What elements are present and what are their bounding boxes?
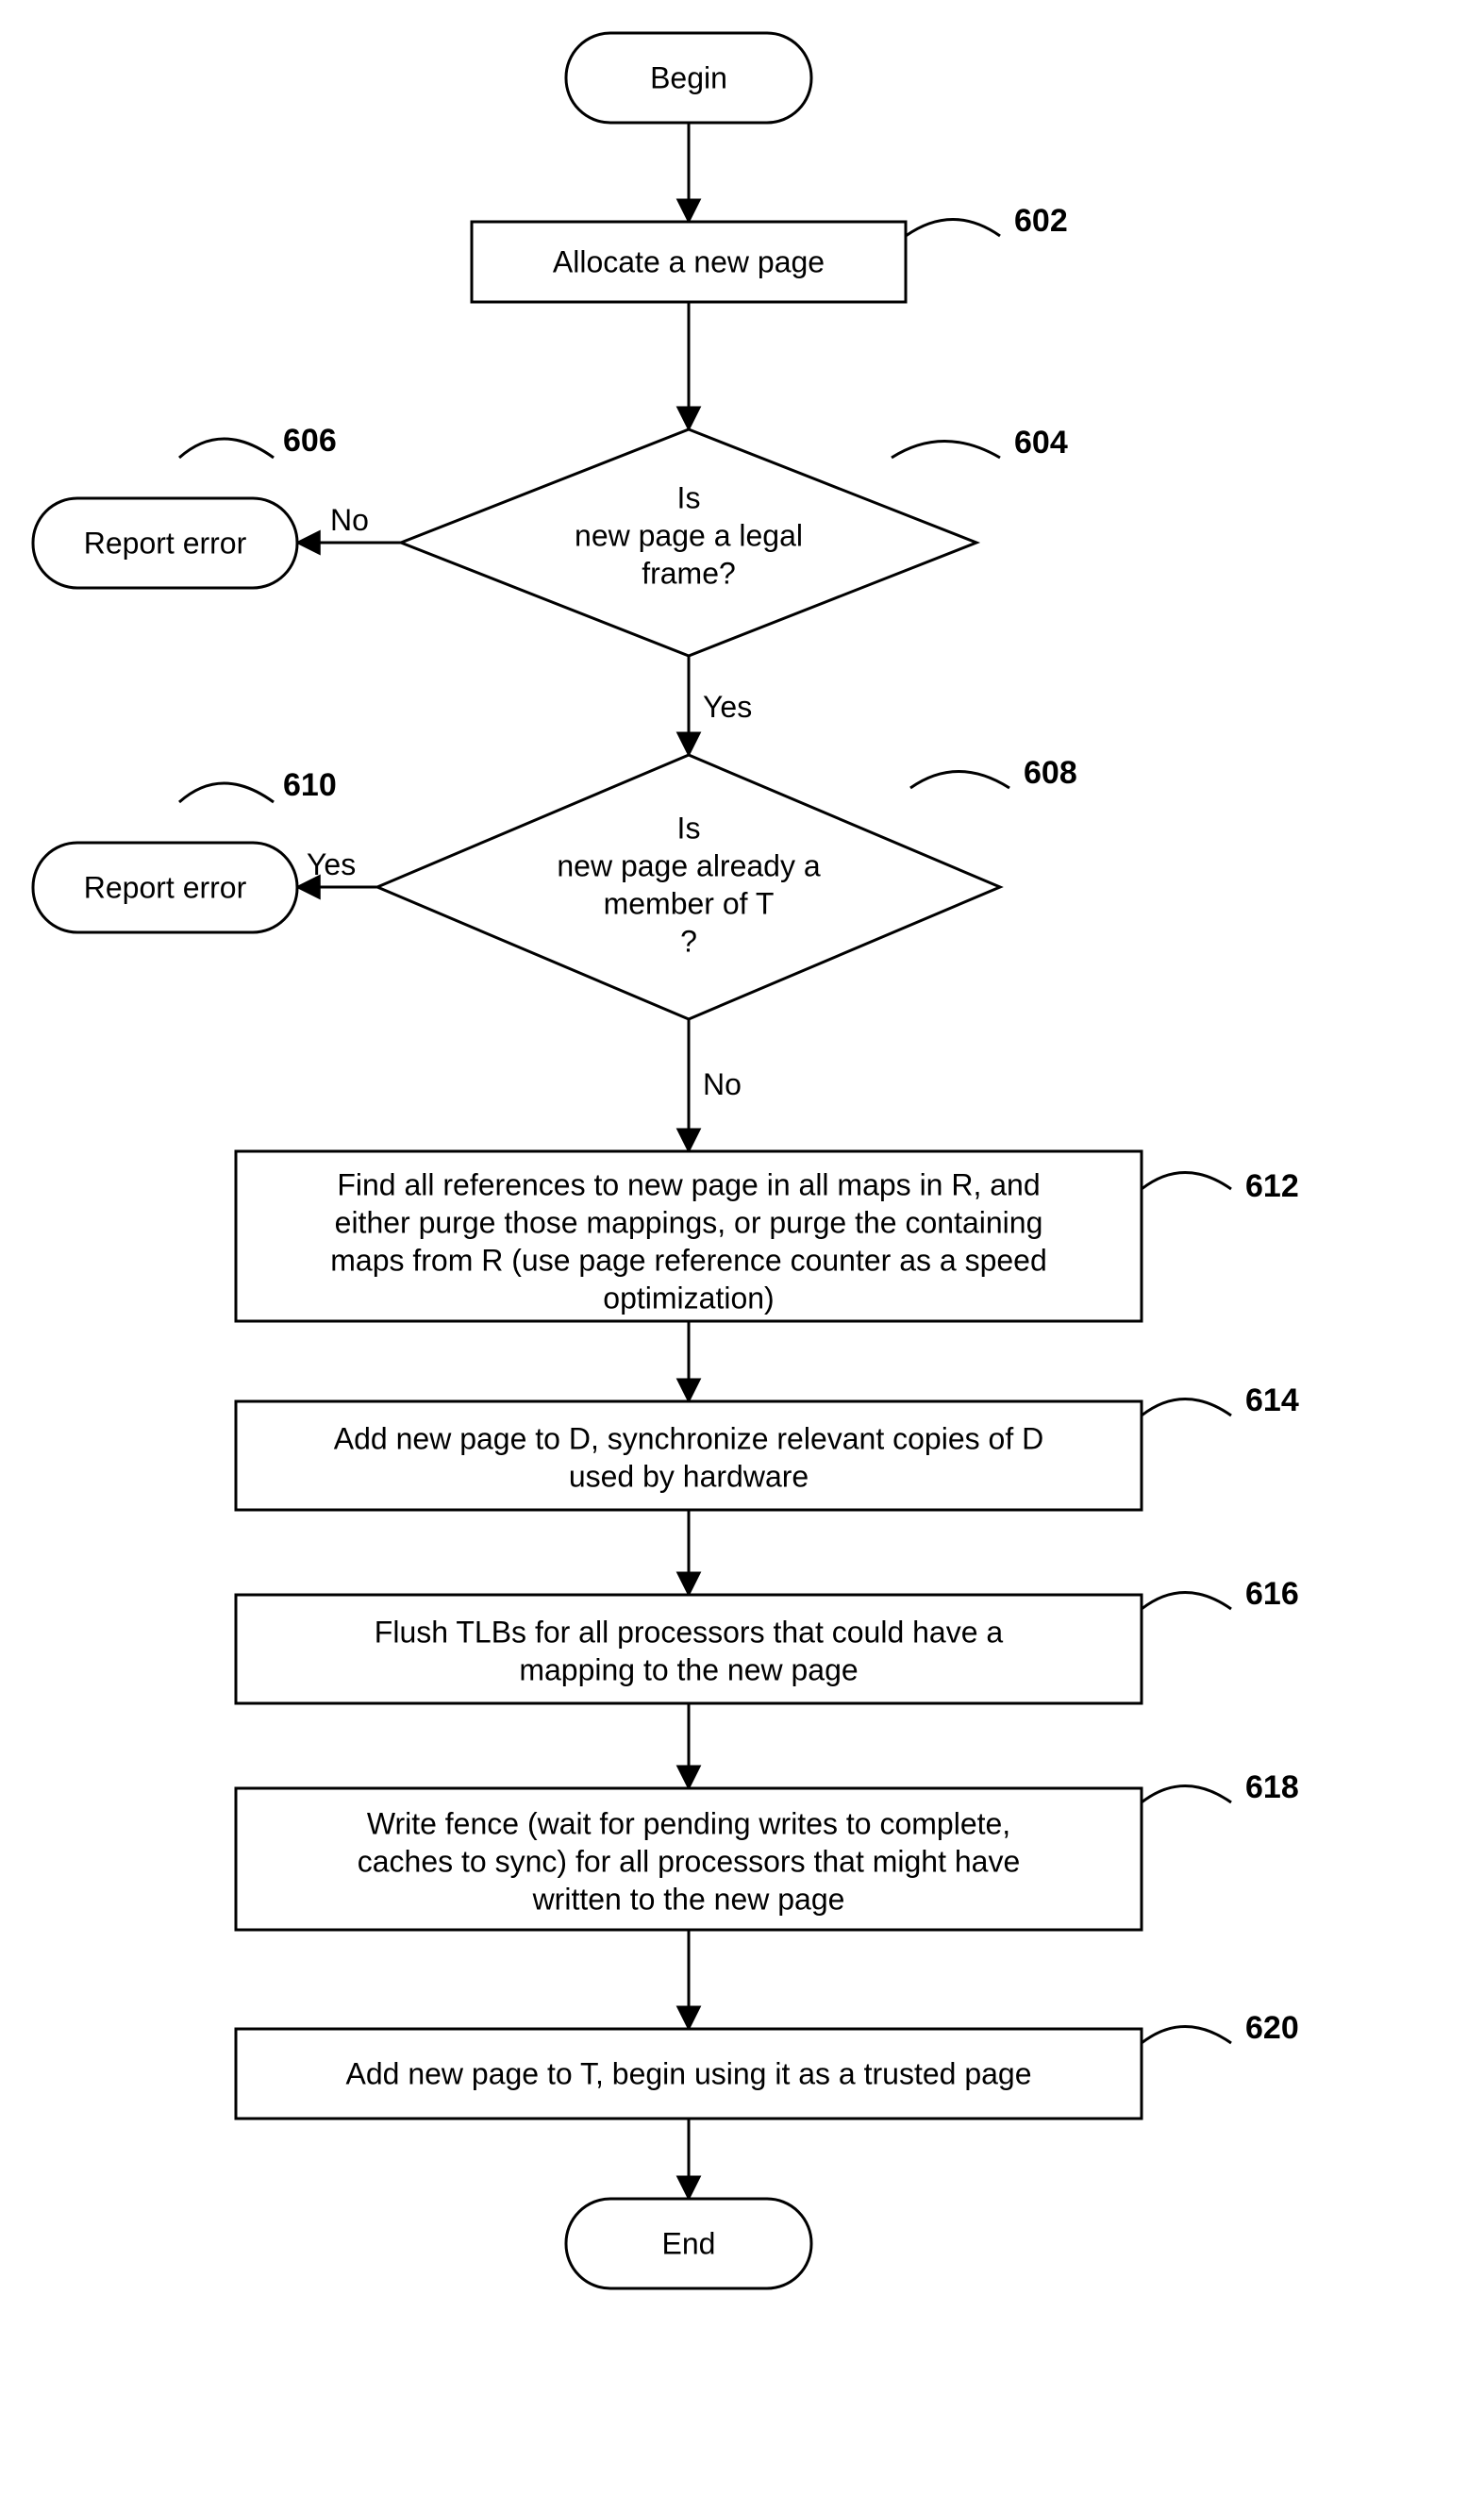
label-610: 610: [283, 767, 337, 803]
label-608: 608: [1024, 755, 1077, 791]
process-614: [236, 1401, 1142, 1510]
process-602-text: Allocate a new page: [553, 244, 825, 278]
callout-616: [1142, 1593, 1231, 1610]
process-612-l3: maps from R (use page reference counter …: [330, 1243, 1047, 1277]
callout-610: [179, 783, 274, 802]
process-618-l2: caches to sync) for all processors that …: [358, 1844, 1021, 1878]
process-614-l1: Add new page to D, synchronize relevant …: [334, 1421, 1043, 1455]
edge-604-yes: Yes: [703, 690, 752, 724]
callout-606: [179, 439, 274, 458]
label-620: 620: [1245, 2010, 1299, 2046]
callout-602: [906, 220, 1000, 237]
label-616: 616: [1245, 1576, 1299, 1612]
label-602: 602: [1014, 203, 1068, 239]
label-606: 606: [283, 423, 337, 459]
process-616-l1: Flush TLBs for all processors that could…: [375, 1615, 1004, 1649]
process-616: [236, 1595, 1142, 1703]
callout-612: [1142, 1173, 1231, 1190]
terminal-606-text: Report error: [84, 526, 247, 560]
terminal-610-text: Report error: [84, 870, 247, 904]
process-618-l1: Write fence (wait for pending writes to …: [367, 1806, 1010, 1840]
terminal-begin-label: Begin: [650, 60, 727, 94]
decision-608-l4: ?: [680, 924, 697, 958]
label-614: 614: [1245, 1382, 1299, 1418]
process-614-l2: used by hardware: [569, 1459, 809, 1493]
process-616-l2: mapping to the new page: [519, 1652, 858, 1686]
decision-608-l1: Is: [677, 811, 701, 845]
process-612-l2: either purge those mappings, or purge th…: [335, 1205, 1043, 1239]
callout-618: [1142, 1786, 1231, 1803]
flowchart: Begin Allocate a new page 602 Is new pag…: [0, 0, 1484, 2513]
decision-608-l2: new page already a: [557, 848, 821, 882]
terminal-end-label: End: [662, 2226, 716, 2260]
edge-608-no: No: [703, 1067, 742, 1101]
label-612: 612: [1245, 1168, 1299, 1204]
callout-614: [1142, 1399, 1231, 1416]
label-618: 618: [1245, 1769, 1299, 1805]
process-620-text: Add new page to T, begin using it as a t…: [345, 2056, 1031, 2090]
edge-608-yes: Yes: [307, 847, 356, 881]
process-612-l1: Find all references to new page in all m…: [337, 1167, 1040, 1201]
callout-608: [910, 772, 1009, 789]
process-618-l3: written to the new page: [532, 1882, 845, 1916]
process-612-l4: optimization): [603, 1281, 774, 1315]
decision-604-l2: new page a legal: [575, 518, 803, 552]
callout-604: [892, 442, 1000, 459]
decision-608-l3: member of T: [604, 886, 775, 920]
edge-604-no: No: [330, 503, 369, 537]
label-604: 604: [1014, 425, 1068, 461]
decision-604-l3: frame?: [642, 556, 736, 590]
decision-604-l1: Is: [677, 480, 701, 514]
callout-620: [1142, 2027, 1231, 2044]
